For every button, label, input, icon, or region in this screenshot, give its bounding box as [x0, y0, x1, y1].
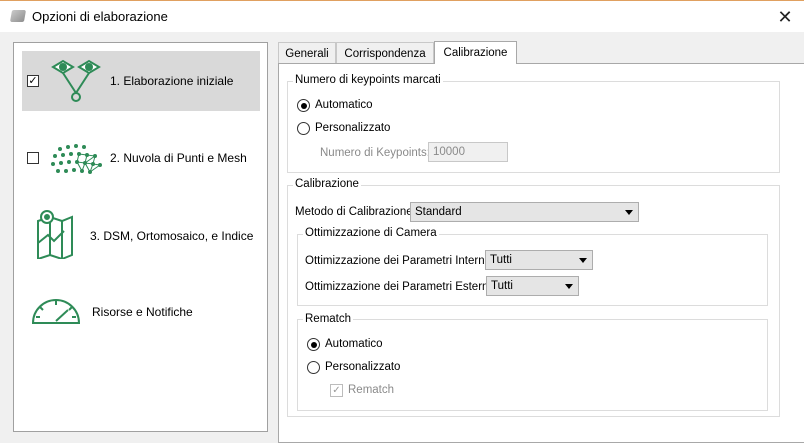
step-4-label: Risorse e Notifiche — [92, 305, 193, 319]
title-bar: Opzioni di elaborazione ✕ — [0, 0, 804, 32]
keypoints-personalizzato-label: Personalizzato — [315, 122, 391, 134]
steps-panel: ✓ 1. Elaborazione iniziale 2. Nuvola di … — [13, 42, 268, 432]
external-params-label: Ottimizzazione dei Parametri Esterni: — [305, 281, 495, 293]
external-params-value: Tutti — [491, 280, 513, 292]
keypoints-count-label: Numero di Keypoints: — [320, 147, 430, 159]
chevron-down-icon — [625, 210, 633, 215]
tab-content-calibrazione: Numero di keypoints marcati Automatico P… — [278, 63, 804, 443]
calibration-method-label: Metodo di Calibrazione — [295, 206, 413, 218]
step-dsm-ortomosaico[interactable]: 3. DSM, Ortomosaico, e Indice — [22, 205, 260, 265]
keypoints-group-title: Numero di keypoints marcati — [293, 74, 443, 86]
step-1-label: 1. Elaborazione iniziale — [110, 74, 234, 88]
internal-params-value: Tutti — [490, 254, 512, 266]
app-icon — [9, 10, 27, 22]
step-1-checkbox[interactable]: ✓ — [27, 75, 39, 87]
rematch-checkbox-label: Rematch — [348, 384, 395, 396]
step-2-checkbox[interactable] — [27, 152, 39, 164]
keypoints-icon — [51, 59, 101, 102]
chevron-down-icon — [579, 258, 587, 263]
rematch-automatico-radio[interactable] — [307, 338, 320, 351]
keypoints-automatico-label: Automatico — [315, 99, 373, 111]
close-button[interactable]: ✕ — [770, 4, 800, 30]
tab-corrispondenza[interactable]: Corrispondenza — [336, 42, 434, 64]
camera-optimization-title: Ottimizzazione di Camera — [303, 227, 439, 239]
keypoints-count-input[interactable]: 10000 — [428, 142, 508, 162]
chevron-down-icon — [565, 284, 573, 289]
calibration-method-select[interactable]: Standard — [410, 202, 639, 222]
tab-calibrazione[interactable]: Calibrazione — [434, 41, 517, 64]
internal-params-select[interactable]: Tutti — [485, 250, 593, 270]
window-title: Opzioni di elaborazione — [32, 9, 168, 24]
gauge-icon — [31, 299, 81, 324]
step-elaborazione-iniziale[interactable]: ✓ 1. Elaborazione iniziale — [22, 51, 260, 111]
step-nuvola-punti-mesh[interactable]: 2. Nuvola di Punti e Mesh — [22, 127, 260, 187]
calibration-group-title: Calibrazione — [293, 178, 361, 190]
map-icon — [37, 210, 73, 259]
keypoints-automatico-radio[interactable] — [297, 99, 310, 112]
step-3-label: 3. DSM, Ortomosaico, e Indice — [90, 229, 254, 243]
calibration-method-value: Standard — [415, 206, 462, 218]
keypoints-personalizzato-radio[interactable] — [297, 122, 310, 135]
rematch-automatico-label: Automatico — [325, 338, 383, 350]
rematch-personalizzato-label: Personalizzato — [325, 361, 401, 373]
step-2-label: 2. Nuvola di Punti e Mesh — [110, 151, 247, 165]
rematch-checkbox[interactable]: ✓ — [330, 384, 343, 397]
tab-generali[interactable]: Generali — [278, 42, 336, 64]
external-params-select[interactable]: Tutti — [486, 276, 579, 296]
rematch-personalizzato-radio[interactable] — [307, 361, 320, 374]
internal-params-label: Ottimizzazione dei Parametri Interni: — [305, 255, 491, 267]
rematch-group-title: Rematch — [303, 313, 354, 325]
point-cloud-icon — [51, 144, 102, 174]
step-risorse-notifiche[interactable]: Risorse e Notifiche — [22, 281, 260, 341]
